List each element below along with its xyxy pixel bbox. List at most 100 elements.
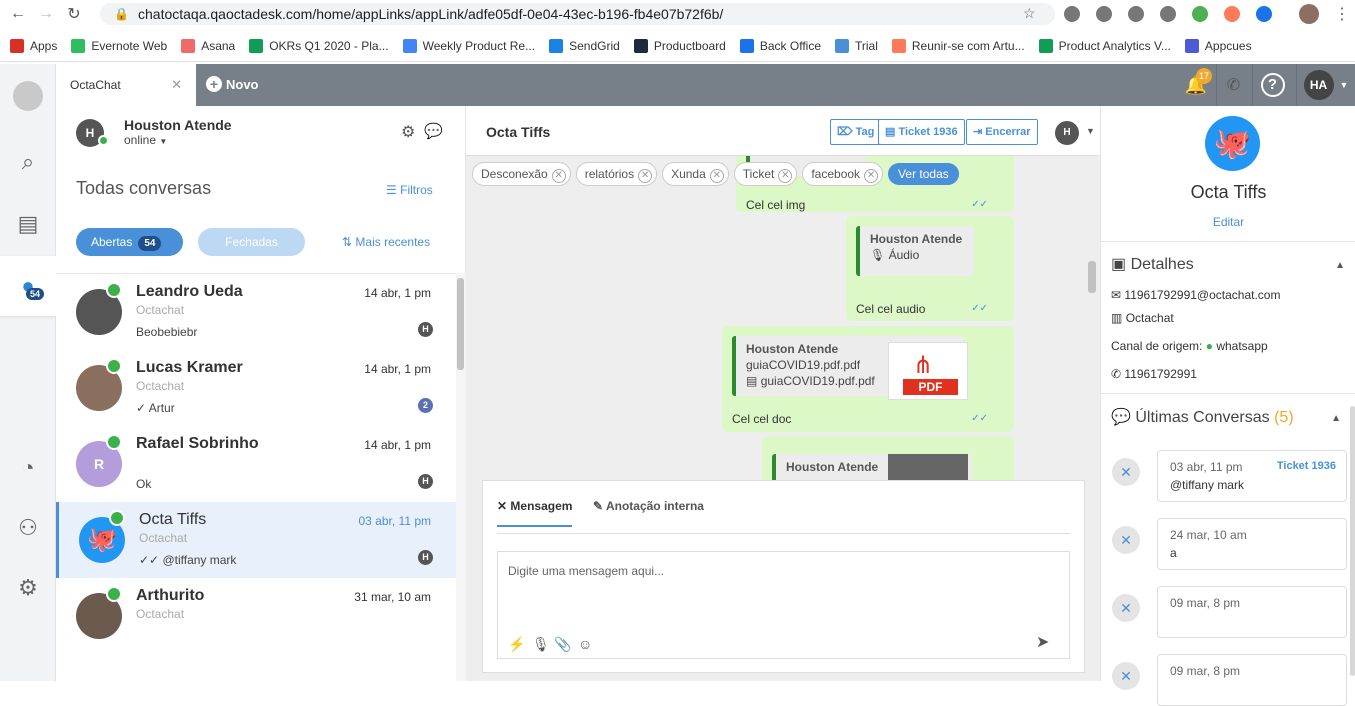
forward-icon[interactable]: → (36, 5, 56, 23)
extension-icon[interactable] (1064, 6, 1080, 22)
close-conversation-icon[interactable]: ✕ (1112, 662, 1140, 690)
extension-icon[interactable] (1192, 6, 1208, 22)
extension-icon[interactable] (1256, 6, 1272, 22)
message-input[interactable] (508, 564, 1048, 578)
reload-icon[interactable]: ↻ (64, 4, 84, 24)
close-conversation-icon[interactable]: ✕ (1112, 458, 1140, 486)
bookmark-item[interactable]: Apps (10, 38, 57, 53)
extension-icon[interactable] (1224, 6, 1240, 22)
bookmark-item[interactable]: SendGrid (549, 38, 620, 53)
tag-chip[interactable]: facebook ✕ (802, 162, 884, 186)
agent-status-dropdown[interactable]: online ▼ (124, 133, 167, 147)
attachment-icon[interactable]: 📎 (554, 636, 571, 653)
edit-contact-link[interactable]: Editar (1101, 215, 1355, 229)
close-conversation-icon[interactable]: ✕ (1112, 526, 1140, 554)
chevron-up-icon[interactable]: ▲ (1331, 413, 1341, 424)
bookmark-item[interactable]: Asana (181, 38, 235, 53)
phone-icon[interactable]: ✆ (1216, 64, 1250, 106)
bookmark-item[interactable]: Weekly Product Re... (402, 38, 535, 53)
conversation-row[interactable]: Lucas Kramer Octachat ✓ Artur 14 abr, 1 … (56, 350, 456, 426)
contact-name: Arthurito (136, 587, 205, 604)
conversation-row[interactable]: Leandro Ueda Octachat Beobebiebr 14 abr,… (56, 274, 456, 350)
tag-chip[interactable]: Desconexão ✕ (472, 162, 571, 186)
bookmark-label: Product Analytics V... (1058, 38, 1171, 53)
profile-avatar[interactable] (1299, 4, 1319, 24)
remove-tag-icon[interactable]: ✕ (864, 169, 879, 183)
history-item[interactable]: 24 mar, 10 am a (1157, 518, 1347, 570)
bookmark-item[interactable]: Appcues (1184, 38, 1252, 53)
chat-scrollbar[interactable] (1088, 261, 1096, 293)
extension-icon[interactable] (1128, 6, 1144, 22)
agent-avatar-icon[interactable] (0, 76, 56, 116)
assignee-avatar[interactable]: H (1055, 121, 1079, 145)
conversation-row[interactable]: R Rafael Sobrinho Ok 14 abr, 1 pm H (56, 426, 456, 502)
history-item[interactable]: 09 mar, 8 pm (1157, 586, 1347, 638)
history-ticket-link[interactable]: Ticket 1936 (1277, 460, 1336, 472)
ticket-button[interactable]: ▤ Ticket 1936 (878, 119, 965, 145)
document-icon[interactable]: ▤ (0, 204, 56, 244)
bookmark-item[interactable]: Reunir-se com Artu... (891, 38, 1025, 53)
tag-button[interactable]: ⌦ Tag (830, 119, 882, 145)
close-conversation-icon[interactable]: ✕ (1112, 594, 1140, 622)
history-section-title[interactable]: 💬 Últimas Conversas (5) (1111, 407, 1294, 427)
emoji-icon[interactable]: ☺ (578, 636, 592, 652)
tab-octachat[interactable]: OctaChat ✕ (56, 64, 196, 106)
show-all-tags-button[interactable]: Ver todas (888, 163, 959, 185)
new-chat-icon[interactable]: 💬 (424, 122, 443, 140)
settings-gear-icon[interactable]: ⚙ (0, 568, 56, 608)
back-icon[interactable]: ← (8, 5, 28, 23)
users-icon[interactable]: ⚇ (0, 508, 56, 548)
bookmark-item[interactable]: Product Analytics V... (1038, 38, 1171, 53)
browser-menu-icon[interactable]: ⋮ (1334, 4, 1350, 24)
composer: ✕ Mensagem ✎ Anotação interna ⚡ 🎙 📎 ☺ ➤ (482, 480, 1085, 673)
filters-button[interactable]: ☰ Filtros (386, 183, 433, 197)
remove-tag-icon[interactable]: ✕ (778, 169, 793, 183)
bookmark-item[interactable]: OKRs Q1 2020 - Pla... (249, 38, 389, 53)
remove-tag-icon[interactable]: ✕ (638, 169, 653, 183)
history-item[interactable]: 09 mar, 8 pm (1157, 654, 1347, 706)
contact-scrollbar[interactable] (1350, 406, 1355, 676)
lightning-icon[interactable]: ⚡ (508, 636, 525, 653)
chevron-down-icon[interactable]: ▼ (1086, 126, 1095, 136)
microphone-icon[interactable]: 🎙 (532, 636, 550, 653)
extension-icon[interactable] (1096, 6, 1112, 22)
tab-internal-note[interactable]: ✎ Anotação interna (593, 499, 704, 513)
help-button[interactable]: ? (1252, 64, 1292, 106)
bookmark-item[interactable]: Back Office (739, 38, 821, 53)
conversation-row[interactable]: Arthurito Octachat 31 mar, 10 am (56, 578, 456, 654)
history-item[interactable]: 03 abr, 11 pm @tiffany mark Ticket 1936 (1157, 450, 1347, 502)
new-tab-button[interactable]: + Novo (206, 76, 259, 92)
conversation-row[interactable]: 🐙 Octa Tiffs Octachat ✓✓ @tiffany mark 0… (56, 502, 456, 578)
close-tab-icon[interactable]: ✕ (171, 77, 182, 93)
tab-message[interactable]: ✕ Mensagem (497, 499, 573, 527)
send-icon[interactable]: ➤ (1036, 632, 1049, 652)
remove-tag-icon[interactable]: ✕ (551, 169, 566, 183)
details-section-title[interactable]: ▣ Detalhes (1111, 254, 1194, 274)
company-value: Octachat (1125, 311, 1174, 325)
open-filter-button[interactable]: Abertas 54 (76, 228, 183, 256)
bookmark-item[interactable]: Trial (835, 38, 878, 53)
extension-icon[interactable] (1160, 6, 1176, 22)
settings-icon[interactable]: ⚙ (401, 122, 415, 142)
reports-pie-icon[interactable]: ◔ (0, 448, 56, 488)
address-bar[interactable]: 🔒 chatoctaqa.qaoctadesk.com/home/appLink… (100, 3, 1055, 25)
chevron-down-icon: ▼ (1339, 80, 1349, 90)
bookmark-item[interactable]: Productboard (633, 38, 726, 53)
closed-filter-button[interactable]: Fechadas (198, 228, 305, 256)
tag-chip[interactable]: Xunda ✕ (662, 162, 729, 186)
pdf-thumbnail[interactable]: ⋔ PDF (888, 342, 968, 400)
user-menu[interactable]: HA ▼ (1296, 64, 1355, 106)
bookmark-star-icon[interactable]: ☆ (1023, 5, 1036, 22)
chevron-up-icon[interactable]: ▲ (1335, 260, 1345, 271)
remove-tag-icon[interactable]: ✕ (709, 169, 724, 183)
tag-chip[interactable]: relatórios ✕ (575, 162, 658, 186)
chat-panel: ▣ ImagemCel cel img✓✓Houston Atende🎙 Áud… (466, 106, 1100, 681)
message-text: Cel cel img (746, 198, 806, 212)
tag-chip[interactable]: Ticket ✕ (733, 162, 798, 186)
close-chat-button[interactable]: ⇥ Encerrar (966, 119, 1038, 145)
search-icon[interactable]: ⌕ (0, 142, 56, 182)
sort-button[interactable]: ⇅ Mais recentes (342, 235, 430, 249)
chat-icon[interactable]: ● 54 (0, 256, 56, 316)
bookmark-item[interactable]: Evernote Web (71, 38, 167, 53)
list-scrollbar-thumb[interactable] (457, 278, 464, 370)
